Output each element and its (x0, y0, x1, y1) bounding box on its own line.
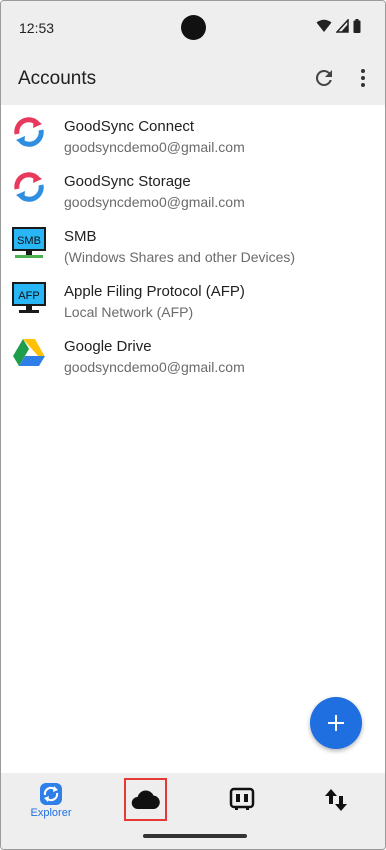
account-list: GoodSync Connect goodsyncdemo0@gmail.com… (1, 105, 385, 380)
account-subtitle: (Windows Shares and other Devices) (64, 249, 296, 265)
account-item-google-drive[interactable]: Google Drive goodsyncdemo0@gmail.com (1, 325, 385, 380)
more-options-icon[interactable] (351, 66, 375, 90)
add-account-button[interactable] (310, 697, 362, 749)
battery-icon (353, 19, 361, 33)
account-title: SMB (64, 228, 97, 245)
account-title: GoodSync Connect (64, 118, 195, 135)
cloud-icon (131, 790, 160, 810)
account-subtitle: goodsyncdemo0@gmail.com (64, 194, 245, 210)
account-item-smb[interactable]: SMB SMB (Windows Shares and other Device… (1, 215, 385, 270)
nav-explorer-label: Explorer (30, 807, 72, 819)
goodsync-sync-icon (14, 172, 44, 202)
status-icons (316, 19, 361, 33)
account-item-goodsync-connect[interactable]: GoodSync Connect goodsyncdemo0@gmail.com (1, 105, 385, 160)
phone-frame: 12:53 Accounts GoodSync Connect goodsync… (0, 0, 386, 850)
account-title: Google Drive (64, 338, 152, 355)
signal-icon (336, 19, 349, 33)
account-subtitle: Local Network (AFP) (64, 304, 194, 320)
account-item-goodsync-storage[interactable]: GoodSync Storage goodsyncdemo0@gmail.com (1, 160, 385, 215)
page-title: Accounts (18, 68, 97, 89)
afp-monitor-icon: AFP (12, 282, 46, 313)
account-subtitle: goodsyncdemo0@gmail.com (64, 359, 245, 375)
nav-transfers[interactable] (306, 773, 366, 831)
smb-monitor-icon: SMB (12, 227, 46, 258)
transfer-arrows-icon (325, 789, 347, 811)
server-icon (229, 787, 255, 810)
plus-icon (328, 715, 344, 731)
app-bar: Accounts (1, 53, 385, 105)
camera-cutout (181, 15, 206, 40)
account-title: Apple Filing Protocol (AFP) (64, 283, 245, 300)
account-title: GoodSync Storage (64, 173, 191, 190)
gesture-bar[interactable] (143, 834, 247, 838)
goodsync-sync-icon (14, 117, 44, 147)
nav-explorer[interactable]: Explorer (21, 773, 81, 831)
google-drive-icon (13, 339, 45, 366)
smb-badge-text: SMB (17, 235, 41, 247)
explorer-icon (40, 783, 62, 805)
afp-badge-text: AFP (18, 290, 39, 302)
nav-servers[interactable] (212, 773, 272, 831)
account-item-afp[interactable]: AFP Apple Filing Protocol (AFP) Local Ne… (1, 270, 385, 325)
status-time: 12:53 (19, 20, 55, 36)
wifi-icon (316, 19, 332, 32)
account-subtitle: goodsyncdemo0@gmail.com (64, 139, 245, 155)
refresh-icon[interactable] (312, 66, 336, 90)
status-bar: 12:53 (1, 1, 385, 53)
nav-accounts[interactable] (124, 778, 167, 821)
